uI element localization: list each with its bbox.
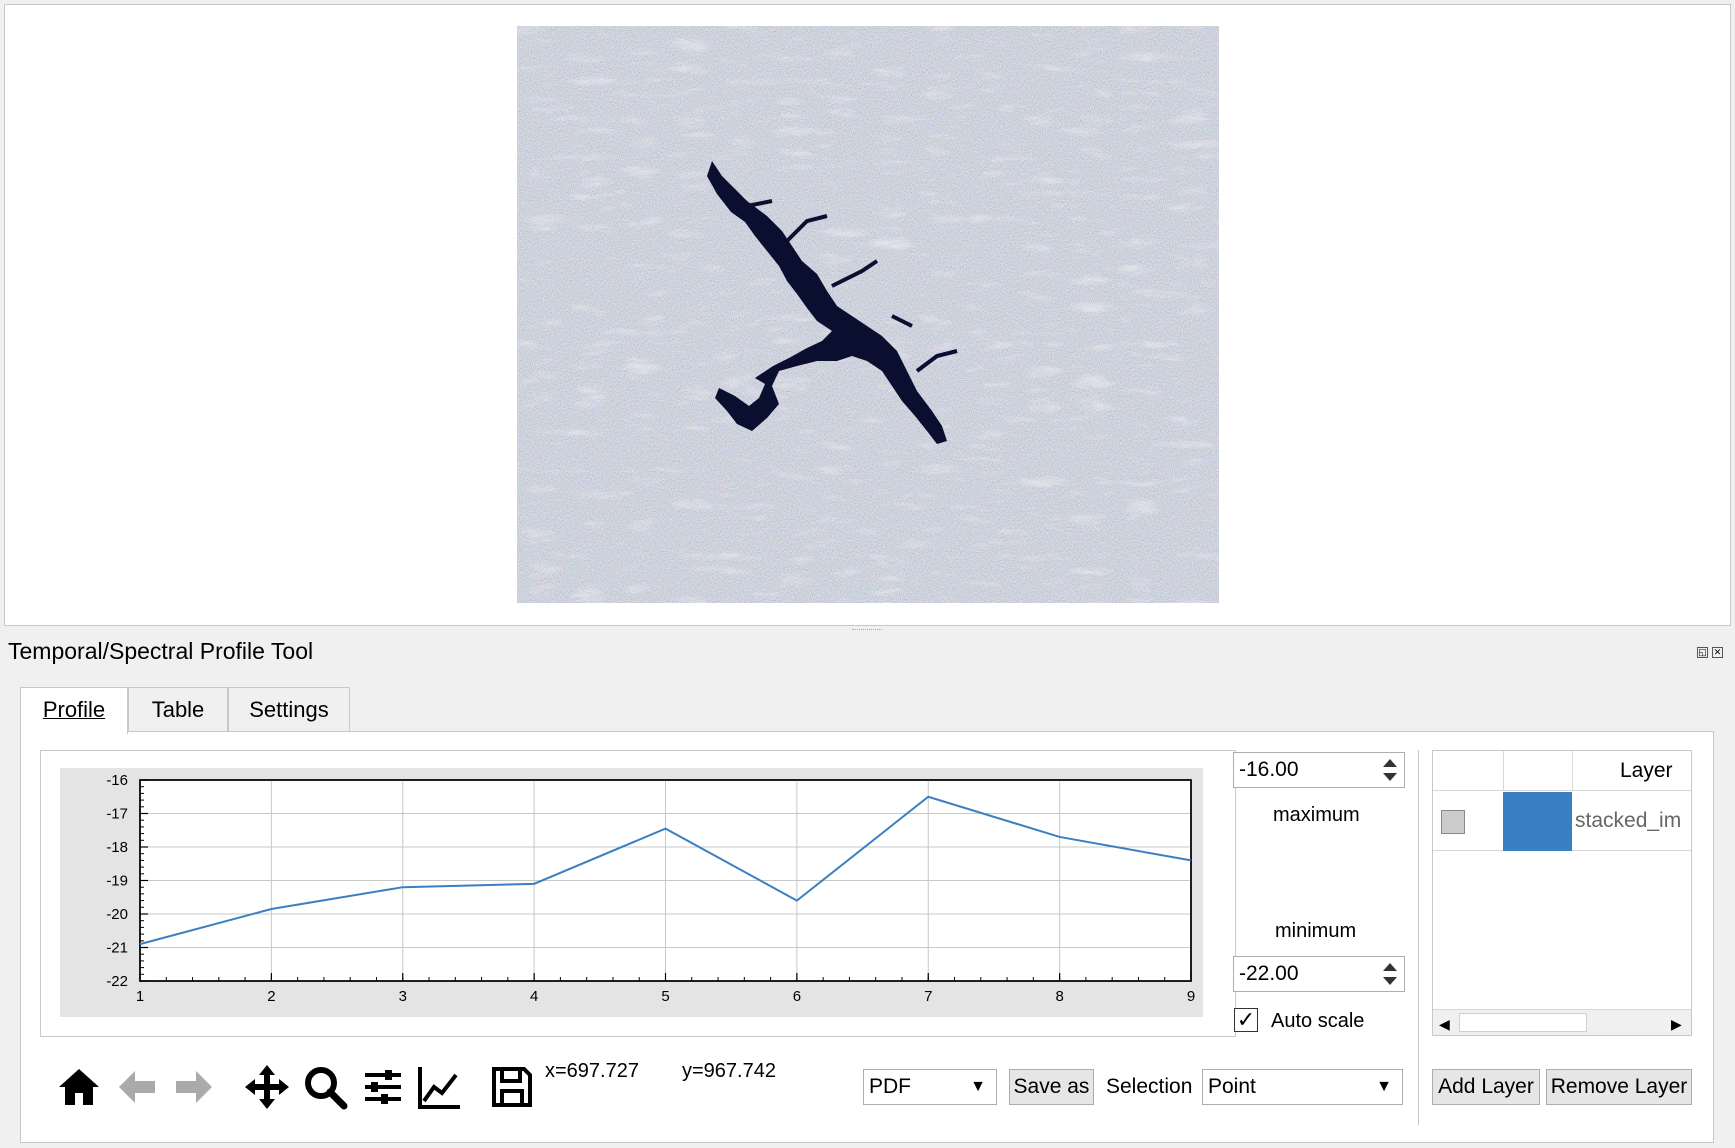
minimum-spinbox[interactable]: -22.00 <box>1233 956 1405 992</box>
cursor-y-readout: y=967.742 <box>682 1060 776 1082</box>
maximum-spinbox[interactable]: -16.00 <box>1233 752 1405 788</box>
cursor-x-readout: x=697.727 <box>545 1060 639 1082</box>
x-tick-label: 1 <box>136 988 144 1005</box>
layer-checkbox[interactable] <box>1441 810 1465 834</box>
format-select[interactable]: PDF ▼ <box>863 1069 997 1105</box>
y-tick-label: -17 <box>106 806 128 823</box>
spin-arrows-icon[interactable] <box>1378 959 1402 989</box>
satellite-image <box>517 26 1219 603</box>
horizontal-scrollbar[interactable]: ◀ ▶ <box>1433 1009 1691 1035</box>
x-tick-label: 9 <box>1187 988 1195 1005</box>
autoscale-checkbox[interactable]: ✓ <box>1234 1008 1258 1032</box>
home-icon[interactable] <box>55 1063 103 1111</box>
layer-table: Layer stacked_im ◀ ▶ <box>1432 750 1692 1036</box>
divider <box>1418 750 1419 1125</box>
splitter-handle[interactable] <box>852 629 882 632</box>
x-tick-label: 8 <box>1055 988 1063 1005</box>
back-arrow-icon[interactable] <box>113 1063 161 1111</box>
float-icon[interactable]: ◱ <box>1697 647 1708 658</box>
selection-label: Selection <box>1106 1075 1193 1098</box>
zoom-icon[interactable] <box>301 1063 349 1111</box>
maximum-value: -16.00 <box>1239 758 1299 781</box>
x-tick-label: 7 <box>924 988 932 1005</box>
chevron-down-icon: ▼ <box>1376 1078 1392 1095</box>
y-tick-label: -19 <box>106 873 128 890</box>
x-tick-label: 6 <box>793 988 801 1005</box>
layer-table-header: Layer <box>1433 751 1691 791</box>
layer-color-swatch[interactable] <box>1503 792 1572 851</box>
y-tick-label: -18 <box>106 839 128 856</box>
map-canvas[interactable] <box>4 4 1731 626</box>
minimum-value: -22.00 <box>1239 962 1299 985</box>
x-tick-label: 4 <box>530 988 538 1005</box>
layer-row[interactable]: stacked_im <box>1433 792 1691 851</box>
close-icon[interactable]: ✕ <box>1712 647 1723 658</box>
x-tick-label: 2 <box>267 988 275 1005</box>
chevron-down-icon: ▼ <box>970 1078 986 1095</box>
y-tick-label: -20 <box>106 906 128 923</box>
edit-axis-icon[interactable] <box>416 1063 464 1111</box>
maximum-label: maximum <box>1273 804 1360 826</box>
x-tick-label: 3 <box>399 988 407 1005</box>
add-layer-button[interactable]: Add Layer <box>1432 1069 1540 1105</box>
save-as-button[interactable]: Save as <box>1009 1069 1094 1105</box>
selection-select[interactable]: Point ▼ <box>1202 1069 1403 1105</box>
profile-chart[interactable]: 1 2 3 4 5 6 7 8 9 -16 -17 -18 -19 -20 -21 -22 <box>60 768 1203 1017</box>
configure-subplots-icon[interactable] <box>359 1063 407 1111</box>
tab-profile[interactable]: Profile <box>20 687 128 734</box>
forward-arrow-icon[interactable] <box>170 1063 218 1111</box>
remove-layer-button[interactable]: Remove Layer <box>1546 1069 1692 1105</box>
selection-value: Point <box>1208 1075 1256 1098</box>
tab-table[interactable]: Table <box>128 687 228 732</box>
layer-name[interactable]: stacked_im <box>1575 809 1691 833</box>
pan-icon[interactable] <box>243 1063 291 1111</box>
x-tick-label: 5 <box>661 988 669 1005</box>
minimum-label: minimum <box>1275 920 1357 942</box>
tab-profile-label: Profile <box>42 697 106 722</box>
scroll-right-icon[interactable]: ▶ <box>1671 1016 1682 1033</box>
layer-column-header: Layer <box>1620 759 1673 782</box>
y-tick-label: -22 <box>106 973 128 990</box>
autoscale-label: Auto scale <box>1271 1010 1365 1032</box>
spin-arrows-icon[interactable] <box>1378 755 1402 785</box>
scroll-left-icon[interactable]: ◀ <box>1439 1016 1450 1033</box>
y-tick-label: -21 <box>106 940 128 957</box>
y-tick-label: -16 <box>106 772 128 789</box>
save-icon[interactable] <box>488 1063 536 1111</box>
tab-settings[interactable]: Settings <box>228 687 350 732</box>
format-value: PDF <box>869 1075 911 1098</box>
panel-title: Temporal/Spectral Profile Tool <box>8 638 314 664</box>
scrollbar-thumb[interactable] <box>1459 1013 1587 1032</box>
